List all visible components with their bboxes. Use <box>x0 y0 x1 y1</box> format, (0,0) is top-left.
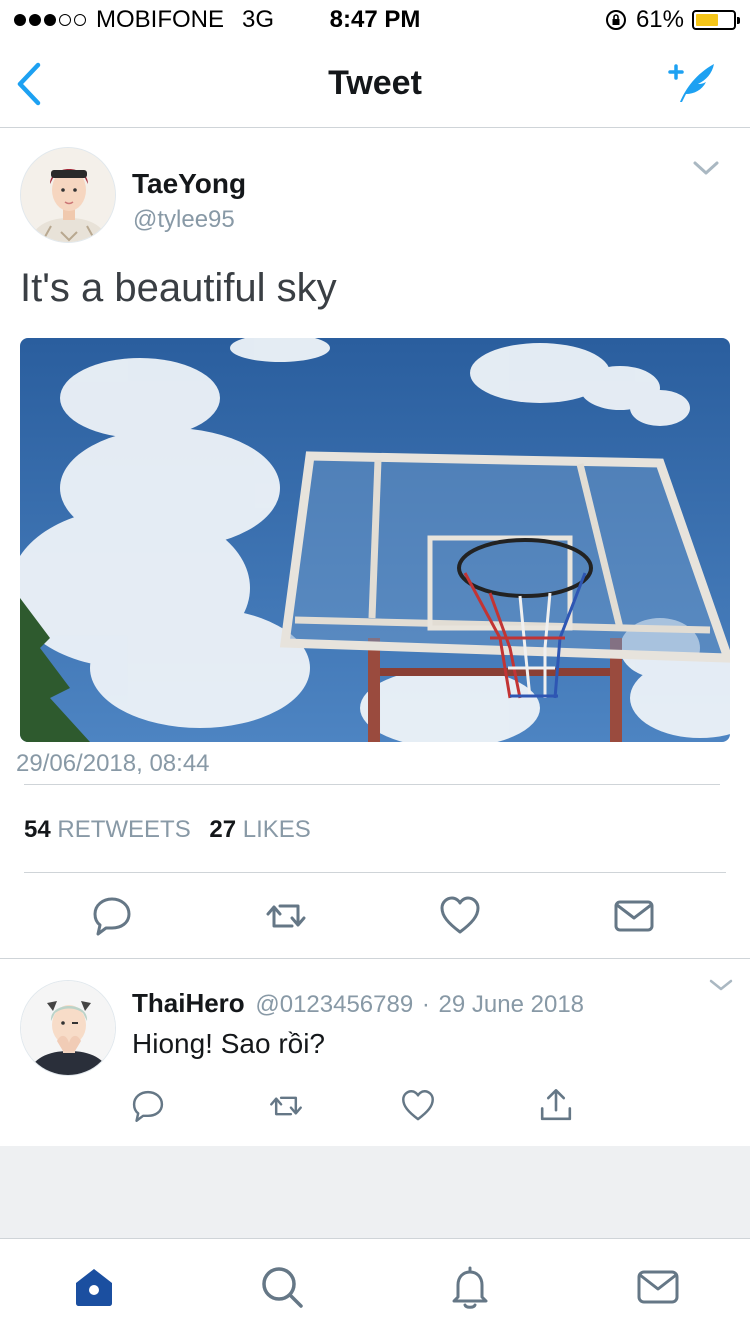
reply-author-name[interactable]: ThaiHero <box>132 988 245 1018</box>
tab-home[interactable] <box>70 1263 118 1311</box>
reply-like-button[interactable] <box>400 1088 436 1124</box>
empty-area <box>0 1146 750 1238</box>
reply-reply-button[interactable] <box>130 1088 166 1124</box>
page-title: Tweet <box>328 64 422 102</box>
tab-bar <box>0 1238 750 1334</box>
like-stat[interactable]: 27 LIKES <box>209 816 310 843</box>
tweet-media[interactable] <box>20 338 730 742</box>
like-icon <box>440 896 480 934</box>
tweet-text: It's a beautiful sky <box>20 266 337 310</box>
retweet-label: RETWEETS <box>57 816 191 843</box>
retweet-icon <box>266 904 306 928</box>
retweet-icon <box>270 1096 302 1116</box>
like-button[interactable] <box>438 894 482 938</box>
reply-author-handle[interactable]: @0123456789 <box>255 991 413 1018</box>
tab-notifications[interactable] <box>446 1263 494 1311</box>
reply-text: Hiong! Sao rồi? <box>132 1028 326 1059</box>
reply-icon <box>132 1090 164 1122</box>
messages-icon <box>637 1270 679 1304</box>
tweet-timestamp: 29/06/2018, 08:44 <box>16 750 210 777</box>
battery-icon <box>692 10 740 30</box>
author-handle[interactable]: @tylee95 <box>133 206 235 234</box>
status-bar: MOBIFONE 3G 8:47 PM 61% <box>0 0 750 40</box>
tweet-photo <box>20 338 730 742</box>
tab-search[interactable] <box>258 1263 306 1311</box>
like-count: 27 <box>209 816 237 843</box>
search-icon <box>262 1267 303 1308</box>
navigation-bar: Tweet <box>0 40 750 128</box>
reply-retweet-button[interactable] <box>268 1088 304 1124</box>
retweet-count: 54 <box>24 816 51 843</box>
tab-messages[interactable] <box>634 1263 682 1311</box>
direct-message-button[interactable] <box>612 894 656 938</box>
compose-tweet-button[interactable] <box>666 58 720 106</box>
chevron-down-icon <box>709 979 733 991</box>
compose-tweet-icon <box>668 64 714 102</box>
divider <box>24 872 726 873</box>
reply-share-button[interactable] <box>537 1086 575 1124</box>
section-divider <box>0 958 750 959</box>
status-right: 61% <box>604 6 740 34</box>
home-icon <box>76 1269 112 1306</box>
reply-icon <box>93 897 131 936</box>
app-screen: MOBIFONE 3G 8:47 PM 61% Tweet TaeYong @t… <box>0 0 750 1334</box>
battery-percent: 61% <box>635 6 684 33</box>
message-icon <box>614 900 654 932</box>
reply-button[interactable] <box>90 894 134 938</box>
reply-options-button[interactable] <box>708 978 734 992</box>
share-icon <box>540 1089 572 1121</box>
retweet-stat[interactable]: 54 RETWEETS <box>24 816 191 843</box>
author-avatar[interactable] <box>20 147 116 243</box>
notifications-icon <box>452 1266 488 1309</box>
avatar-image <box>21 148 115 242</box>
tweet-options-button[interactable] <box>692 158 720 178</box>
divider <box>24 784 720 785</box>
reply-avatar-image <box>21 981 115 1075</box>
tweet-stats: 54 RETWEETS 27 LIKES <box>24 816 311 844</box>
like-icon <box>402 1090 434 1121</box>
author-name[interactable]: TaeYong <box>132 168 246 200</box>
chevron-down-icon <box>693 161 719 175</box>
rotation-lock-icon <box>605 10 626 30</box>
meta-separator: · <box>421 991 430 1018</box>
reply-date: 29 June 2018 <box>438 991 585 1018</box>
reply-author-avatar[interactable] <box>20 980 116 1076</box>
retweet-button[interactable] <box>264 894 308 938</box>
like-label: LIKES <box>242 816 311 843</box>
reply-header: ThaiHero @0123456789 · 29 June 2018 <box>132 988 584 1019</box>
